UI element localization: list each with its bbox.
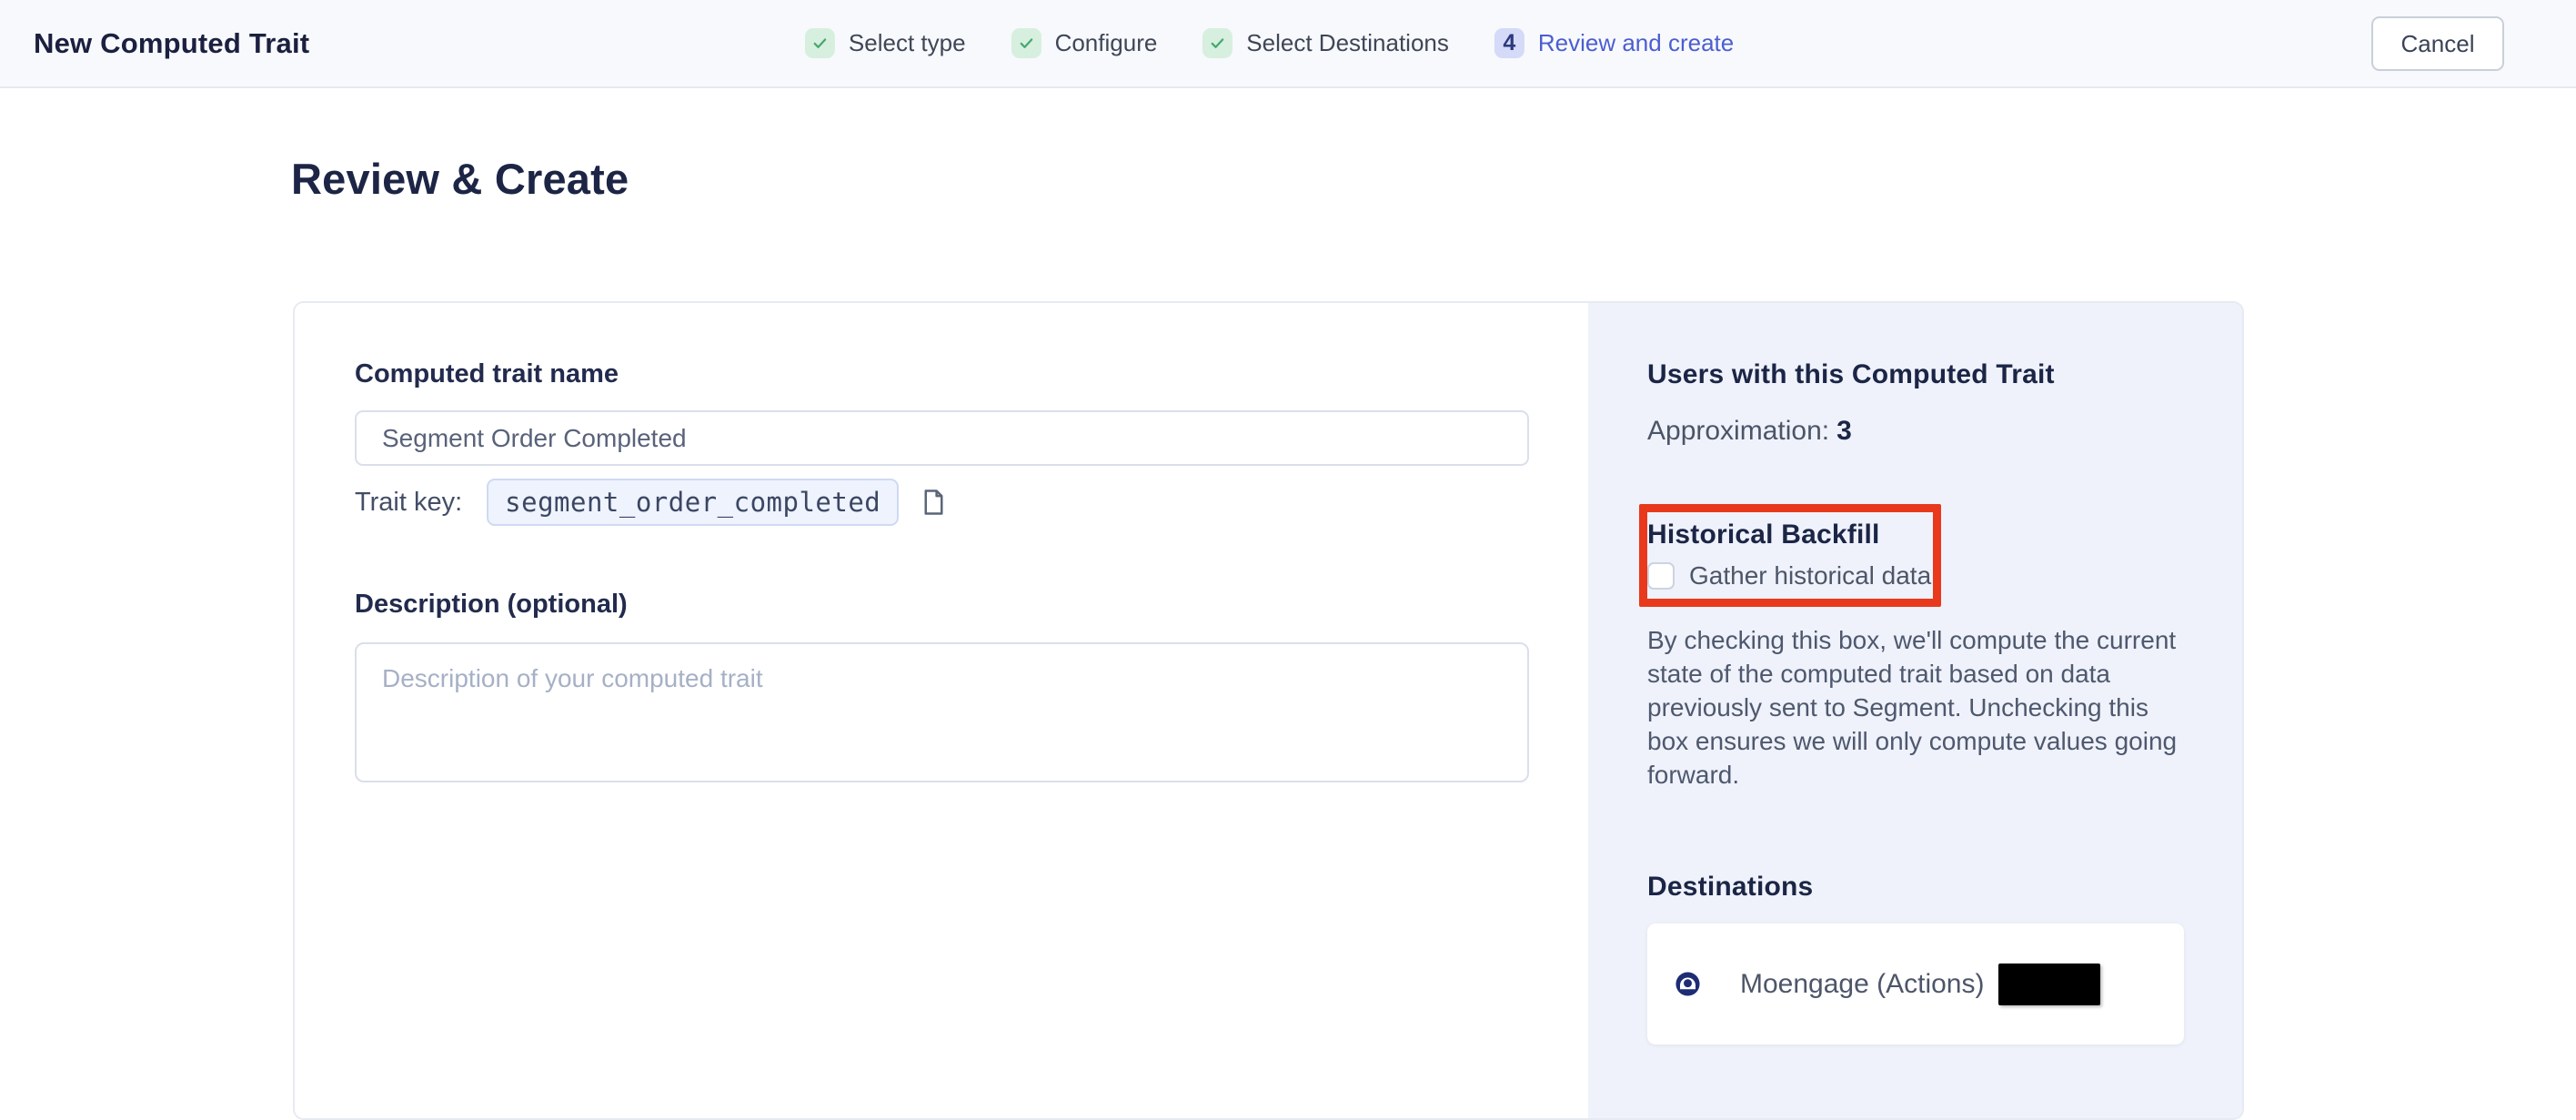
top-bar: New Computed Trait Select type Configure… [0,0,2576,88]
step-review-and-create[interactable]: 4 Review and create [1494,28,1734,58]
approximation-line: Approximation:3 [1647,416,2184,447]
wizard-stepper: Select type Configure Select Destination… [805,0,1734,86]
backfill-description: By checking this box, we'll compute the … [1647,623,2184,792]
trait-name-label: Computed trait name [355,359,1529,389]
trait-key-row: Trait key: segment_order_completed [355,479,1529,526]
backfill-heading: Historical Backfill [1647,520,1957,550]
trait-key-label: Trait key: [355,488,462,518]
step-select-type[interactable]: Select type [805,28,966,58]
gather-historical-row: Gather historical data [1647,561,1957,590]
description-label: Description (optional) [355,590,1529,620]
check-icon [805,28,835,58]
historical-backfill-section: Historical Backfill Gather historical da… [1647,520,1957,590]
step-label: Configure [1055,29,1158,57]
window-title: New Computed Trait [34,0,309,86]
check-icon [1011,28,1041,58]
review-card: Computed trait name Trait key: segment_o… [293,301,2244,1120]
form-panel: Computed trait name Trait key: segment_o… [295,303,1588,1118]
page-title: Review & Create [291,154,2576,204]
check-icon [1202,28,1233,58]
description-textarea[interactable] [355,642,1529,782]
summary-panel: Users with this Computed Trait Approxima… [1588,303,2244,1118]
step-select-destinations[interactable]: Select Destinations [1202,28,1449,58]
users-heading: Users with this Computed Trait [1647,359,2184,390]
step-label: Select Destinations [1246,29,1449,57]
destinations-heading: Destinations [1647,872,2184,903]
gather-historical-checkbox[interactable] [1647,562,1675,590]
destination-item[interactable]: Moengage (Actions) [1647,923,2184,1044]
gather-historical-label: Gather historical data [1689,561,1931,590]
destination-name: Moengage (Actions) [1740,969,1984,1000]
approximation-value: 3 [1836,416,1852,446]
cancel-button[interactable]: Cancel [2371,16,2504,71]
step-label: Review and create [1538,29,1734,57]
copy-icon[interactable] [922,489,945,516]
redacted-text-block [1998,964,2100,1005]
trait-name-input[interactable] [355,410,1529,466]
trait-key-value-badge: segment_order_completed [487,479,899,526]
step-configure[interactable]: Configure [1011,28,1158,58]
approximation-label: Approximation: [1647,416,1829,446]
step-label: Select type [849,29,966,57]
step-number-badge: 4 [1494,28,1524,58]
main-content: Review & Create Computed trait name Trai… [0,154,2576,204]
moengage-logo-icon [1675,971,1701,997]
